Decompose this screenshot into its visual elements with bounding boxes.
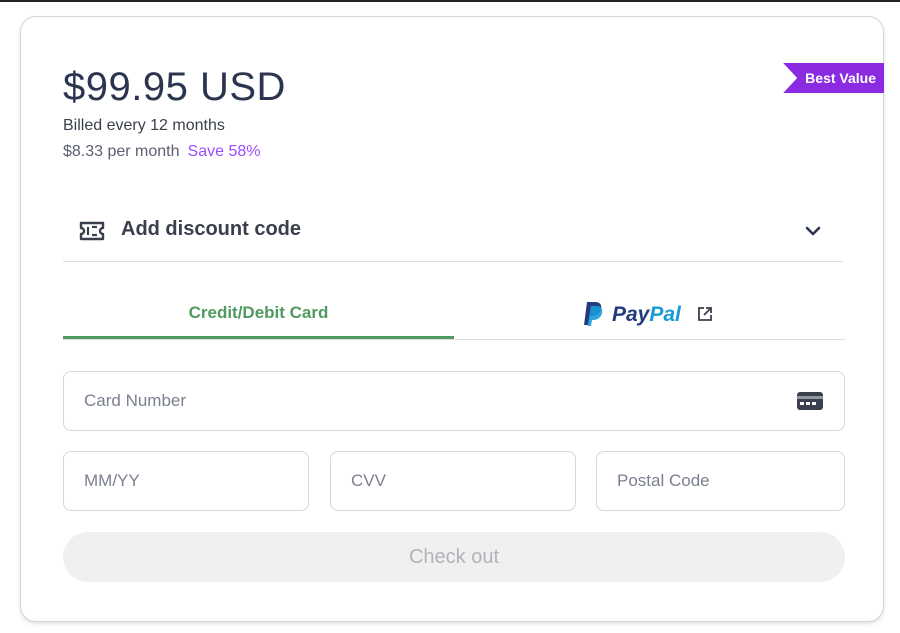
per-month-price: $8.33 per month (63, 143, 180, 160)
checkout-card: $99.95 USD Billed every 12 months $8.33 … (20, 16, 884, 622)
external-link-icon (698, 307, 712, 321)
payment-method-tabs: Credit/Debit Card PayPal (63, 289, 845, 340)
save-percent: Save 58% (187, 143, 261, 160)
tab-credit-debit-card[interactable]: Credit/Debit Card (63, 289, 454, 339)
tab-paypal[interactable]: PayPal (454, 289, 845, 339)
chevron-down-icon[interactable] (803, 221, 823, 241)
cvv-input[interactable] (330, 451, 576, 511)
paypal-wordmark-pal: Pal (649, 303, 681, 326)
per-month-row: $8.33 per month Save 58% (63, 143, 260, 161)
expiry-date-input[interactable] (63, 451, 309, 511)
discount-code-label: Add discount code (121, 218, 301, 240)
plan-price: $99.95 USD (63, 65, 286, 109)
top-border (0, 0, 900, 2)
best-value-badge: Best Value (783, 63, 884, 93)
paypal-logo-icon (584, 302, 603, 326)
postal-code-input[interactable] (596, 451, 845, 511)
add-discount-code-toggle[interactable]: Add discount code (63, 203, 843, 262)
checkout-button[interactable]: Check out (63, 532, 845, 582)
paypal-wordmark-pay: Pay (612, 303, 650, 326)
paypal-wordmark: PayPal (612, 303, 681, 327)
billing-period: Billed every 12 months (63, 117, 225, 134)
ticket-icon (79, 221, 105, 241)
credit-card-icon (797, 392, 823, 410)
tab-credit-debit-card-label: Credit/Debit Card (188, 303, 329, 322)
card-number-input[interactable] (63, 371, 845, 431)
